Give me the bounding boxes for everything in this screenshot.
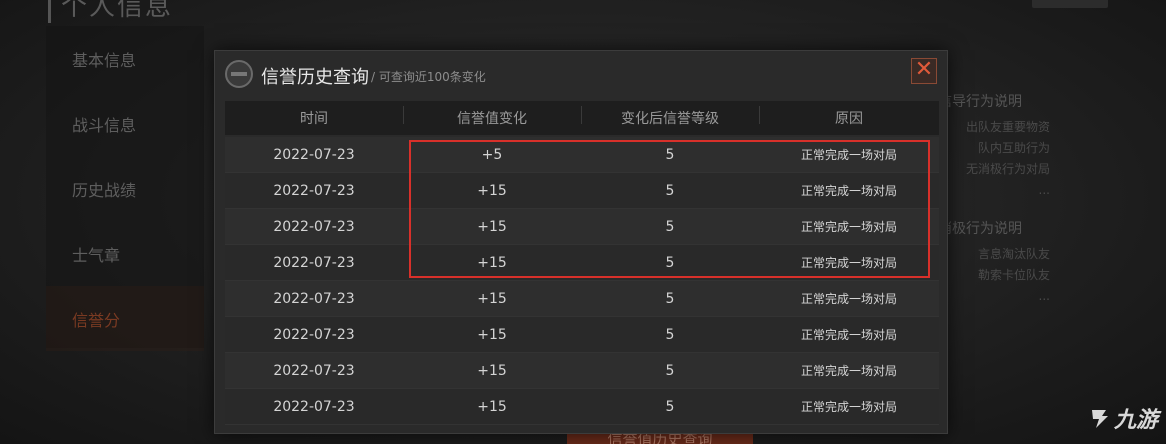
nine-game-logo-icon bbox=[1091, 410, 1108, 428]
close-icon: ✕ bbox=[914, 57, 934, 82]
modal-title: 信誉历史查询 bbox=[261, 67, 369, 88]
watermark-text: 九游 bbox=[1113, 408, 1158, 433]
top-right-box[interactable] bbox=[1032, 0, 1108, 8]
close-button[interactable]: ✕ bbox=[911, 58, 937, 84]
watermark-logo: 九游 bbox=[1088, 402, 1158, 434]
right-notes: 信导行为说明 出队友重要物资 队内互助行为 无消极行为对局 ... 消极行为说明… bbox=[938, 92, 1050, 307]
cell-reason: 正常完成一场对局 bbox=[800, 328, 897, 342]
negative-notes-title: 消极行为说明 bbox=[938, 221, 1022, 237]
cell-reason: 正常完成一场对局 bbox=[800, 292, 897, 306]
column-header-time: 时间 bbox=[300, 111, 328, 127]
positive-note: 队内互助行为 bbox=[977, 141, 1050, 155]
cell-reason: 正常完成一场对局 bbox=[800, 220, 897, 234]
cell-date: 2022-07-23 bbox=[273, 218, 355, 235]
sidebar-item-credit-score[interactable]: 信誉分 bbox=[46, 286, 204, 351]
table-header: 时间 信誉值变化 变化后信誉等级 原因 bbox=[225, 101, 939, 135]
cell-change: +15 bbox=[477, 290, 507, 307]
sidebar-item-history[interactable]: 历史战绩 bbox=[46, 156, 204, 221]
cell-level: 5 bbox=[665, 290, 675, 307]
emblem-icon bbox=[225, 60, 253, 88]
cell-level: 5 bbox=[665, 218, 675, 235]
cell-change: +15 bbox=[477, 326, 507, 343]
cell-reason: 正常完成一场对局 bbox=[800, 184, 897, 198]
cell-date: 2022-07-23 bbox=[273, 182, 355, 199]
table-row: 2022-07-23 +15 5 正常完成一场对局 bbox=[225, 317, 939, 353]
cell-date: 2022-07-23 bbox=[273, 290, 355, 307]
cell-change: +15 bbox=[477, 182, 507, 199]
positive-note: 无消极行为对局 bbox=[965, 162, 1050, 176]
cell-date: 2022-07-23 bbox=[273, 254, 355, 271]
cell-change: +15 bbox=[477, 362, 507, 379]
column-header-reason: 原因 bbox=[759, 106, 939, 128]
table-row: 2022-07-23 +15 5 正常完成一场对局 bbox=[225, 353, 939, 389]
cell-reason: 正常完成一场对局 bbox=[800, 364, 897, 378]
cell-level: 5 bbox=[665, 254, 675, 271]
sidebar: 基本信息 战斗信息 历史战绩 士气章 信誉分 bbox=[46, 26, 204, 351]
table-row: 2022-07-23 +15 5 正常完成一场对局 bbox=[225, 389, 939, 425]
table-row: 2022-07-23 +15 5 正常完成一场对局 bbox=[225, 173, 939, 209]
table-row: 2022-07-23 +15 5 正常完成一场对局 bbox=[225, 209, 939, 245]
cell-date: 2022-07-23 bbox=[273, 398, 355, 415]
cell-reason: 正常完成一场对局 bbox=[800, 148, 897, 162]
positive-note: 出队友重要物资 bbox=[965, 120, 1050, 134]
cell-date: 2022-07-23 bbox=[273, 362, 355, 379]
table-row: 2022-07-23 +15 5 正常完成一场对局 bbox=[225, 281, 939, 317]
positive-notes-title: 信导行为说明 bbox=[938, 94, 1022, 110]
credit-history-modal: 信誉历史查询 / 可查询近100条变化 ✕ 时间 信誉值变化 变化后信誉等级 原… bbox=[214, 50, 948, 434]
negative-note: 言息淘汰队友 bbox=[977, 247, 1050, 261]
cell-reason: 正常完成一场对局 bbox=[800, 400, 897, 414]
modal-header: 信誉历史查询 / 可查询近100条变化 ✕ bbox=[215, 51, 947, 97]
negative-note: ... bbox=[1038, 289, 1050, 303]
column-header-credit-level: 变化后信誉等级 bbox=[581, 106, 759, 128]
sidebar-item-basic-info[interactable]: 基本信息 bbox=[46, 26, 204, 91]
positive-note: ... bbox=[1038, 183, 1050, 197]
history-rows: 2022-07-23 +5 5 正常完成一场对局 2022-07-23 +15 … bbox=[225, 137, 939, 425]
table-row: 2022-07-23 +5 5 正常完成一场对局 bbox=[225, 137, 939, 173]
cell-date: 2022-07-23 bbox=[273, 326, 355, 343]
cell-level: 5 bbox=[665, 182, 675, 199]
cell-level: 5 bbox=[665, 362, 675, 379]
cell-date: 2022-07-23 bbox=[273, 146, 355, 163]
table-row: 2022-07-23 +15 5 正常完成一场对局 bbox=[225, 245, 939, 281]
cell-change: +15 bbox=[477, 218, 507, 235]
cell-level: 5 bbox=[665, 146, 675, 163]
cell-change: +15 bbox=[477, 254, 507, 271]
cell-level: 5 bbox=[665, 398, 675, 415]
sidebar-item-morale[interactable]: 士气章 bbox=[46, 221, 204, 286]
page-title: 个人信息 bbox=[48, 0, 173, 23]
column-header-credit-change: 信誉值变化 bbox=[403, 106, 581, 128]
cell-level: 5 bbox=[665, 326, 675, 343]
negative-note: 勒索卡位队友 bbox=[977, 268, 1050, 282]
modal-subtitle: / 可查询近100条变化 bbox=[371, 70, 486, 84]
cell-change: +15 bbox=[477, 398, 507, 415]
cell-reason: 正常完成一场对局 bbox=[800, 256, 897, 270]
cell-change: +5 bbox=[481, 146, 503, 163]
sidebar-item-battle-info[interactable]: 战斗信息 bbox=[46, 91, 204, 156]
